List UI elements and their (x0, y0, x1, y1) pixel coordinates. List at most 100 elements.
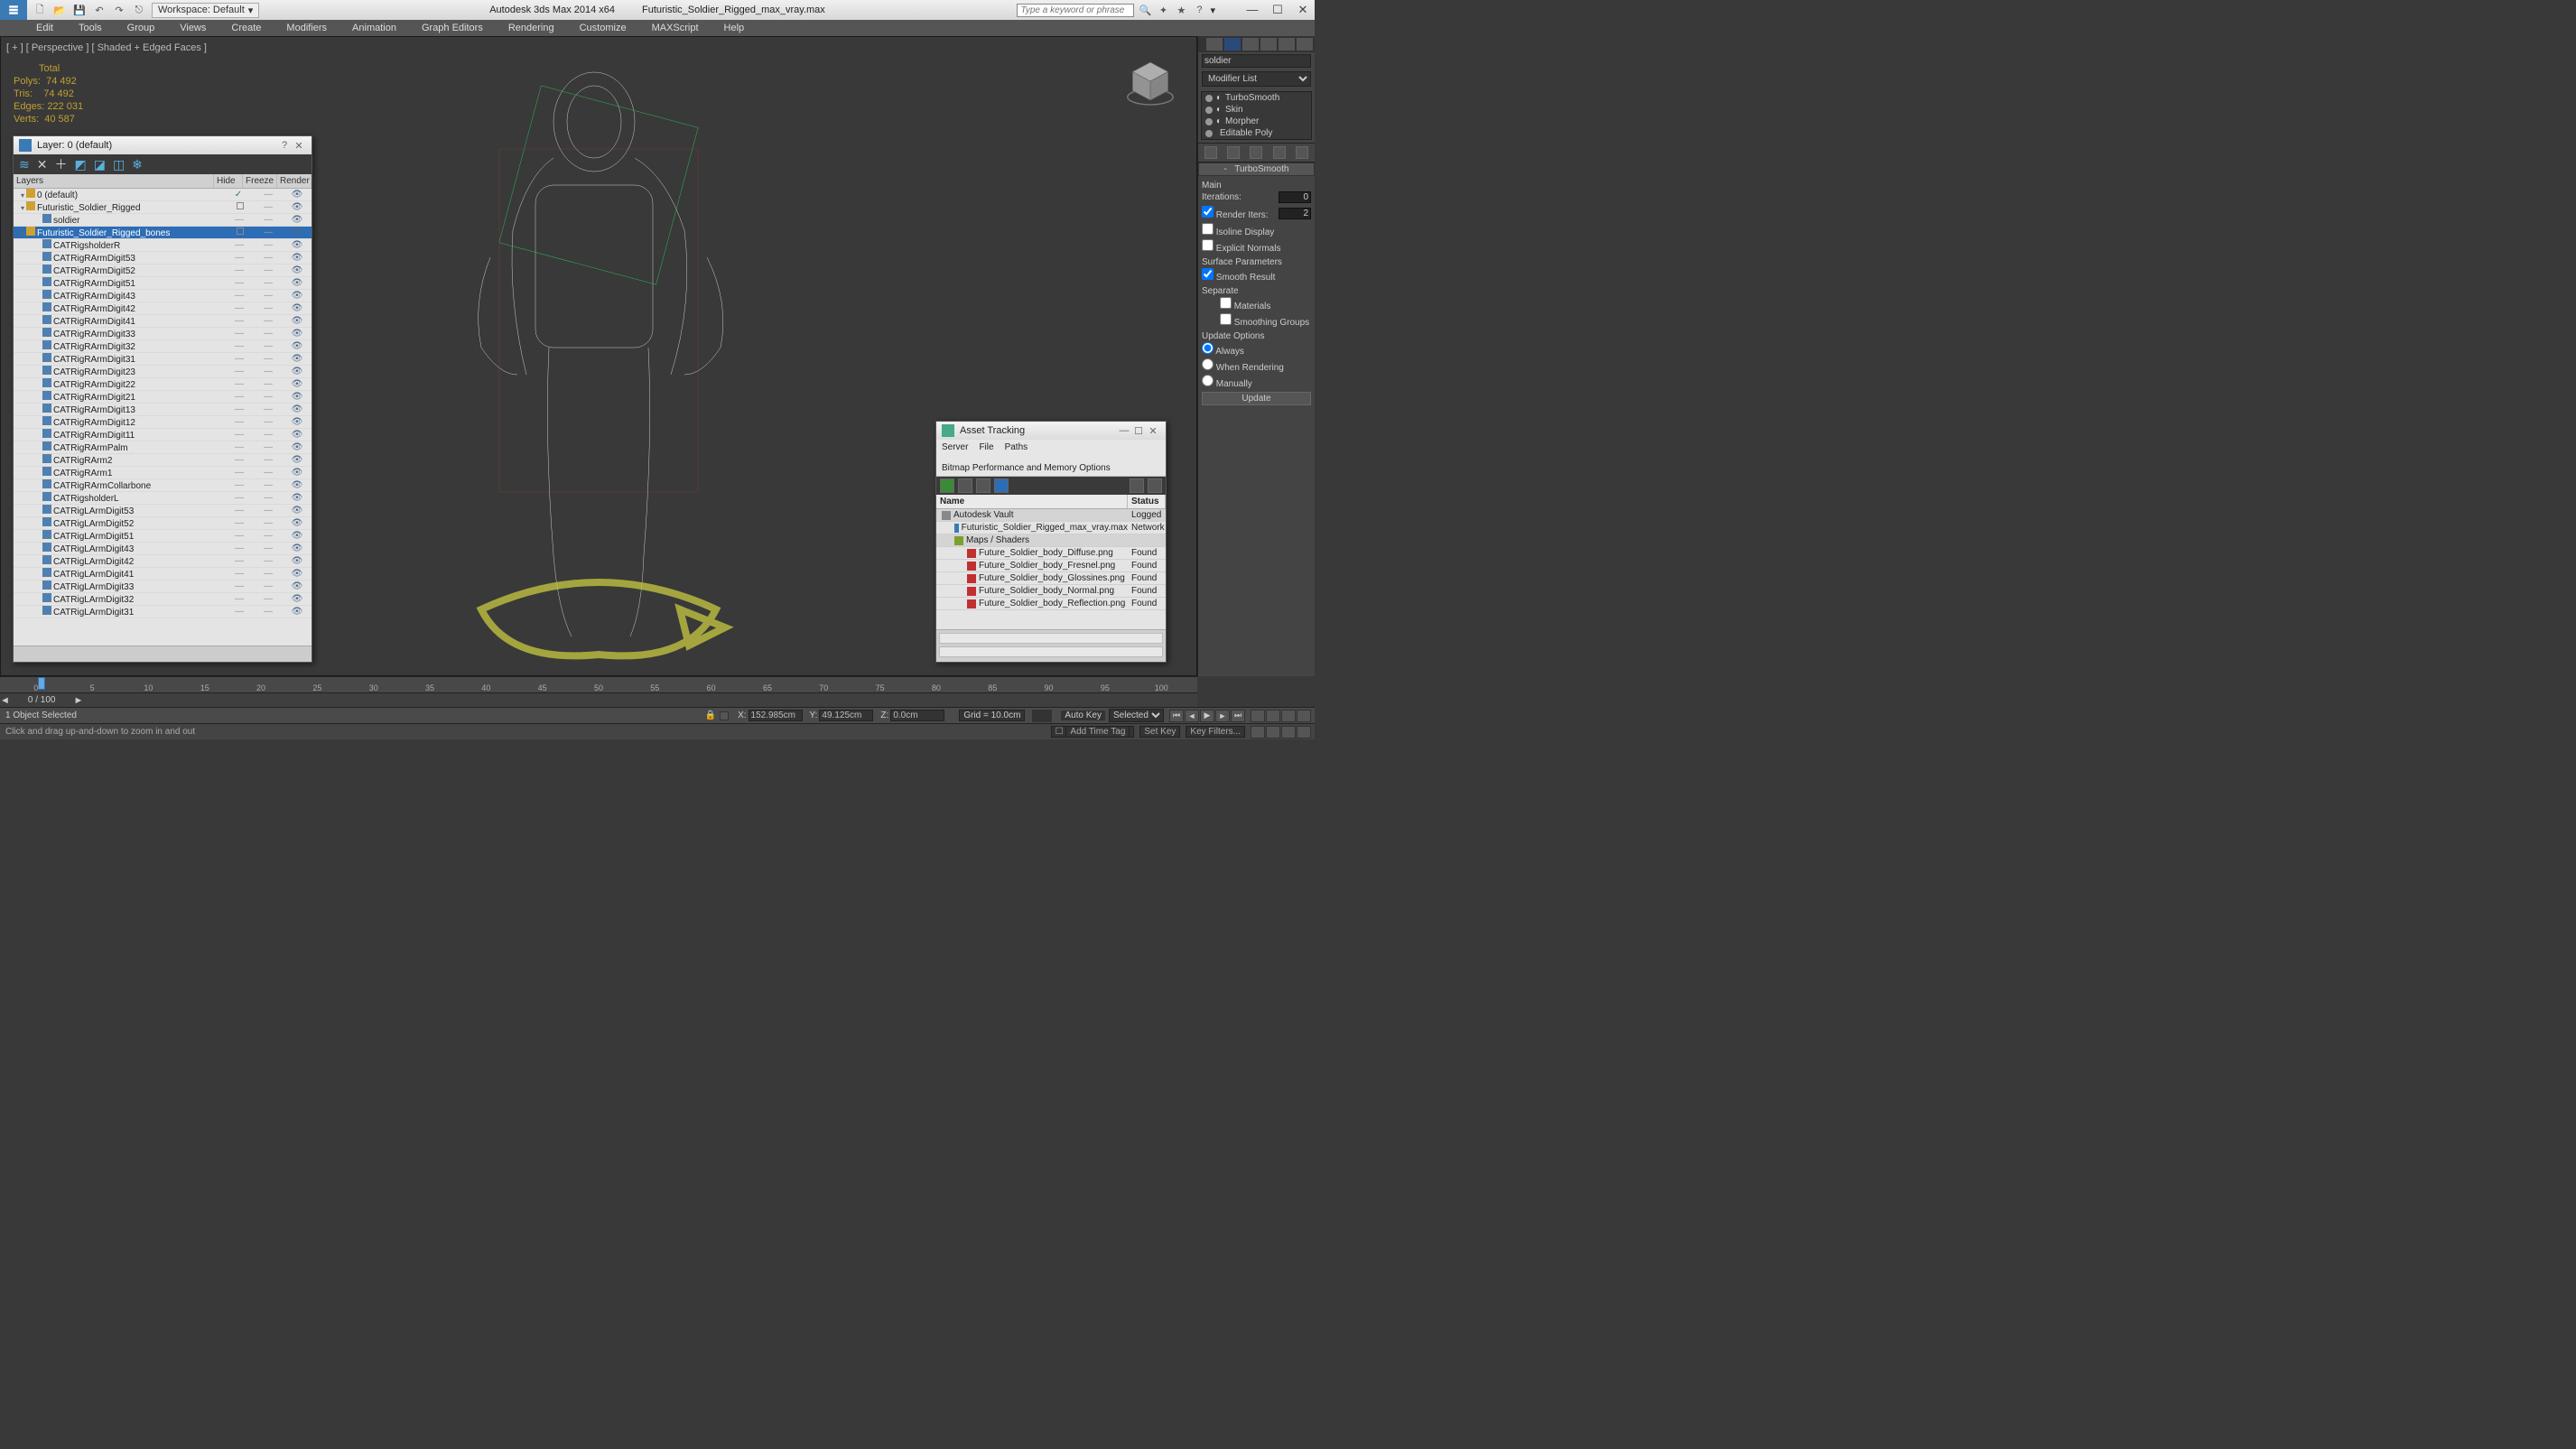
viewport-label[interactable]: [ + ] [ Perspective ] [ Shaded + Edged F… (6, 42, 207, 53)
asset-menu-bitmap[interactable]: Bitmap Performance and Memory Options (942, 463, 1111, 473)
render-cell[interactable]: 👁 (283, 240, 312, 250)
next-frame-icon[interactable]: ► (1215, 710, 1230, 722)
freeze-cell[interactable]: — (254, 228, 283, 237)
hide-cell[interactable]: — (225, 329, 254, 339)
make-unique-icon[interactable] (1250, 146, 1262, 159)
asset-row[interactable]: Future_Soldier_body_Diffuse.pngFound (936, 547, 1166, 560)
asset-row[interactable]: Maps / Shaders (936, 534, 1166, 547)
lock-selection-icon[interactable]: 🔒 (705, 711, 716, 720)
render-cell[interactable]: 👁 (283, 354, 312, 364)
new-layer-icon[interactable]: ≋ (19, 157, 30, 172)
update-option-manually[interactable]: Manually (1202, 374, 1311, 390)
fov-icon[interactable] (1251, 726, 1265, 738)
render-cell[interactable]: 👁 (283, 594, 312, 604)
menu-maxscript[interactable]: MAXScript (652, 23, 699, 33)
asset-row[interactable]: Futuristic_Soldier_Rigged_max_vray.maxNe… (936, 522, 1166, 534)
hide-cell[interactable]: — (225, 506, 254, 516)
hide-cell[interactable]: — (225, 594, 254, 604)
freeze-unfreeze-icon[interactable]: ❄ (132, 157, 143, 172)
minimize-button[interactable]: — (1244, 3, 1260, 17)
modifier-turbosmooth[interactable]: ◐ TurboSmooth (1202, 92, 1311, 104)
lightbulb-icon[interactable] (1205, 130, 1213, 137)
hide-cell[interactable]: — (225, 442, 254, 452)
freeze-cell[interactable]: — (254, 316, 283, 326)
highlight-icon[interactable] (1130, 478, 1144, 493)
menu-animation[interactable]: Animation (352, 23, 396, 33)
freeze-cell[interactable]: — (254, 240, 283, 250)
render-cell[interactable]: 👁 (283, 404, 312, 414)
asset-path-field[interactable] (939, 633, 1163, 644)
render-cell[interactable]: 👁 (283, 569, 312, 579)
freeze-cell[interactable]: — (254, 506, 283, 516)
layer-row[interactable]: CATRigLArmDigit33——👁 (14, 581, 312, 593)
render-iters-spinner[interactable] (1279, 208, 1311, 219)
isoline-checkbox[interactable] (1202, 223, 1214, 235)
layer-row[interactable]: ▾Futuristic_Soldier_Rigged_bones—👁 (14, 227, 312, 239)
undo-icon[interactable]: ↶ (92, 3, 107, 17)
hide-cell[interactable]: — (225, 531, 254, 541)
hide-cell[interactable] (225, 202, 254, 212)
freeze-cell[interactable]: — (254, 265, 283, 275)
modifier-skin[interactable]: ◐ Skin (1202, 104, 1311, 116)
layer-row[interactable]: CATRigRArmDigit52——👁 (14, 265, 312, 277)
time-slider[interactable]: 0510152025303540455055606570758085909510… (0, 676, 1197, 692)
pan-icon[interactable] (1266, 726, 1280, 738)
hide-cell[interactable]: — (225, 607, 254, 617)
hide-cell[interactable]: — (225, 556, 254, 566)
menu-graph-editors[interactable]: Graph Editors (422, 23, 483, 33)
menu-tools[interactable]: Tools (79, 23, 102, 33)
layer-row[interactable]: CATRigRArmDigit43——👁 (14, 290, 312, 302)
modifier-morpher[interactable]: ◐ Morpher (1202, 116, 1311, 127)
menu-customize[interactable]: Customize (580, 23, 627, 33)
render-cell[interactable]: 👁 (283, 556, 312, 566)
menu-modifiers[interactable]: Modifiers (286, 23, 327, 33)
freeze-cell[interactable]: — (254, 543, 283, 553)
autokey-button[interactable]: Auto Key (1061, 711, 1105, 720)
layer-row[interactable]: CATRigLArmDigit51——👁 (14, 530, 312, 543)
setkey-button[interactable]: Set Key (1139, 726, 1180, 738)
freeze-cell[interactable]: — (254, 468, 283, 478)
layer-row[interactable]: CATRigRArm2——👁 (14, 454, 312, 467)
key-lock-icon[interactable] (1032, 710, 1052, 722)
asset-dialog-titlebar[interactable]: Asset Tracking — ☐ ✕ (936, 422, 1166, 440)
freeze-cell[interactable]: — (254, 581, 283, 591)
freeze-cell[interactable]: — (254, 341, 283, 351)
layer-row[interactable]: CATRigLArmDigit42——👁 (14, 555, 312, 568)
freeze-cell[interactable]: — (254, 202, 283, 212)
freeze-cell[interactable]: — (254, 531, 283, 541)
asset-list[interactable]: Autodesk VaultLoggedFuturistic_Soldier_R… (936, 509, 1166, 629)
hide-cell[interactable]: — (225, 240, 254, 250)
refresh-icon[interactable] (940, 478, 954, 493)
list-view-icon[interactable] (976, 478, 990, 493)
search-input[interactable] (1017, 4, 1134, 17)
layer-row[interactable]: CATRigRArmDigit33——👁 (14, 328, 312, 340)
hide-cell[interactable]: — (225, 480, 254, 490)
hide-cell[interactable]: — (225, 417, 254, 427)
remove-modifier-icon[interactable] (1273, 146, 1286, 159)
redo-icon[interactable]: ↷ (112, 3, 126, 17)
layer-row[interactable]: CATRigLArmDigit41——👁 (14, 568, 312, 581)
zoom-all-icon[interactable] (1266, 710, 1280, 722)
layer-row[interactable]: CATRigRArmDigit53——👁 (14, 252, 312, 265)
layer-row[interactable]: CATRigRArmDigit12——👁 (14, 416, 312, 429)
freeze-cell[interactable]: — (254, 518, 283, 528)
hide-cell[interactable]: — (225, 392, 254, 402)
layer-row[interactable]: CATRigsholderL——👁 (14, 492, 312, 505)
freeze-cell[interactable]: — (254, 493, 283, 503)
hide-cell[interactable]: — (225, 341, 254, 351)
pin-stack-icon[interactable] (1204, 146, 1217, 159)
hide-cell[interactable]: — (225, 379, 254, 389)
key-filters-button[interactable]: Key Filters... (1186, 726, 1245, 738)
menu-rendering[interactable]: Rendering (508, 23, 554, 33)
layer-row[interactable]: CATRigsholderR——👁 (14, 239, 312, 252)
hide-cell[interactable]: — (225, 303, 254, 313)
freeze-cell[interactable]: — (254, 594, 283, 604)
help-icon[interactable]: ? (277, 140, 292, 151)
hide-cell[interactable]: — (225, 253, 254, 263)
hide-cell[interactable]: — (225, 316, 254, 326)
communication-icon[interactable]: ✦ (1156, 3, 1170, 17)
layer-row[interactable]: CATRigLArmDigit52——👁 (14, 517, 312, 530)
goto-start-icon[interactable]: ⏮ (1169, 710, 1184, 722)
utilities-tab[interactable] (1297, 38, 1313, 51)
smooth-result-checkbox[interactable] (1202, 268, 1214, 280)
